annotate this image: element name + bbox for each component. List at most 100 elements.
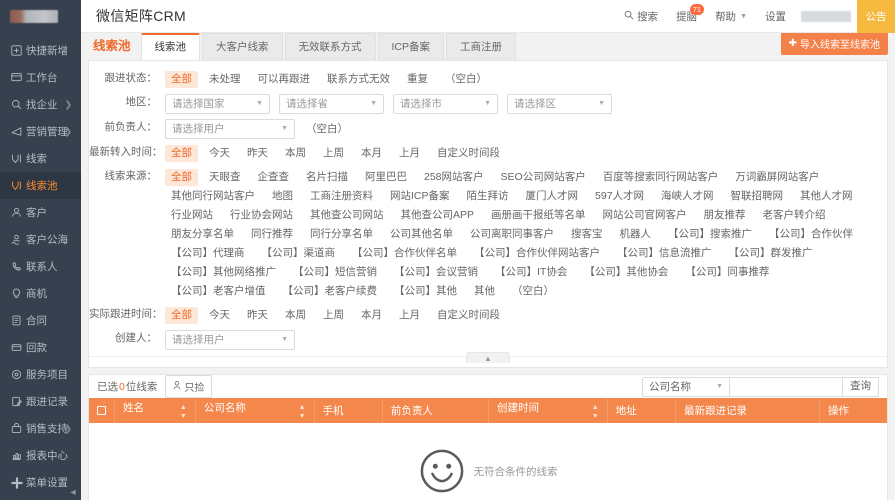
sidebar-item-6[interactable]: 客户: [0, 199, 81, 226]
sidebar-item-0[interactable]: 快捷新增: [0, 37, 81, 64]
source-option-30[interactable]: 公司其他名单: [384, 226, 459, 243]
settings-button[interactable]: 设置: [756, 0, 795, 33]
follow-time-option-7[interactable]: 自定义时间段: [431, 307, 506, 324]
status-option-3[interactable]: 联系方式无效: [321, 71, 396, 88]
sidebar-item-8[interactable]: 联系人: [0, 253, 81, 280]
table-header-cell-4[interactable]: 创建时间 ▲ ▼: [488, 398, 608, 423]
source-option-40[interactable]: 【公司】信息流推广: [611, 245, 718, 262]
source-option-37[interactable]: 【公司】渠道商: [256, 245, 342, 262]
region-select-1[interactable]: 请选择省 ▼: [279, 93, 384, 114]
region-select-3[interactable]: 请选择区 ▼: [507, 93, 612, 114]
region-select-2[interactable]: 请选择市 ▼: [393, 93, 498, 114]
status-option-5[interactable]: （空白）: [439, 71, 493, 88]
source-option-28[interactable]: 同行推荐: [245, 226, 299, 243]
brain-button[interactable]: 提脑 71: [667, 0, 706, 33]
import-leads-button[interactable]: ✚ 导入线索至线索池: [780, 33, 888, 55]
source-option-51[interactable]: 其他: [468, 283, 501, 300]
tab-1[interactable]: 大客户线索: [202, 33, 283, 60]
source-option-46[interactable]: 【公司】其他协会: [578, 264, 674, 281]
source-option-25[interactable]: 朋友推荐: [698, 207, 752, 224]
sidebar-item-11[interactable]: 回款: [0, 334, 81, 361]
search-submit-button[interactable]: 查询: [842, 376, 879, 397]
search-button[interactable]: 搜索: [615, 0, 667, 33]
status-option-4[interactable]: 重复: [401, 71, 434, 88]
user-avatar-name[interactable]: [801, 10, 851, 22]
sidebar-item-10[interactable]: 合同: [0, 307, 81, 334]
source-option-0[interactable]: 全部: [165, 168, 198, 186]
sidebar-item-4[interactable]: 线索: [0, 145, 81, 172]
logo[interactable]: [0, 0, 81, 33]
transfer-time-option-7[interactable]: 自定义时间段: [431, 145, 506, 162]
follow-time-option-6[interactable]: 上月: [393, 307, 426, 324]
sort-icon[interactable]: ▲ ▼: [592, 403, 599, 421]
source-option-8[interactable]: 万词霸屏网站客户: [729, 169, 825, 186]
follow-time-option-0[interactable]: 全部: [165, 306, 198, 324]
transfer-time-option-0[interactable]: 全部: [165, 144, 198, 162]
prev-owner-select[interactable]: 请选择用户 ▼: [165, 118, 295, 139]
transfer-time-option-3[interactable]: 本周: [279, 145, 312, 162]
transfer-time-option-2[interactable]: 昨天: [241, 145, 274, 162]
filter-collapse-toggle[interactable]: ▲: [466, 352, 510, 363]
sidebar-item-1[interactable]: 工作台: [0, 64, 81, 91]
status-option-0[interactable]: 全部: [165, 70, 198, 88]
source-option-34[interactable]: 【公司】搜索推广: [662, 226, 758, 243]
help-menu[interactable]: 帮助 ▼: [706, 0, 756, 33]
sidebar-item-7[interactable]: 客户公海: [0, 226, 81, 253]
transfer-time-option-4[interactable]: 上周: [317, 145, 350, 162]
source-option-42[interactable]: 【公司】其他网络推广: [165, 264, 282, 281]
source-option-9[interactable]: 其他同行网站客户: [165, 188, 261, 205]
source-option-18[interactable]: 其他人才网: [794, 188, 859, 205]
prev-owner-blank-option[interactable]: （空白）: [306, 121, 348, 136]
transfer-time-option-6[interactable]: 上月: [393, 145, 426, 162]
source-option-12[interactable]: 网站ICP备案: [384, 188, 456, 205]
follow-time-option-2[interactable]: 昨天: [241, 307, 274, 324]
pick-button[interactable]: 只捡: [165, 375, 213, 398]
sidebar-item-9[interactable]: 商机: [0, 280, 81, 307]
source-option-26[interactable]: 老客户转介绍: [757, 207, 832, 224]
source-option-24[interactable]: 网站公司官网客户: [597, 207, 693, 224]
source-option-1[interactable]: 天眼查: [203, 169, 247, 186]
source-option-48[interactable]: 【公司】老客户增值: [165, 283, 272, 300]
sidebar-item-14[interactable]: 销售支持 ❯: [0, 415, 81, 442]
status-option-1[interactable]: 未处理: [203, 71, 247, 88]
source-option-29[interactable]: 同行分享名单: [304, 226, 379, 243]
source-option-16[interactable]: 海峡人才网: [655, 188, 720, 205]
source-option-14[interactable]: 厦门人才网: [520, 188, 585, 205]
follow-time-option-5[interactable]: 本月: [355, 307, 388, 324]
source-option-21[interactable]: 其他查公司网站: [304, 207, 390, 224]
source-option-6[interactable]: SEO公司网站客户: [495, 169, 592, 186]
source-option-23[interactable]: 画册画干报纸等名单: [485, 207, 592, 224]
source-option-11[interactable]: 工商注册资料: [304, 188, 379, 205]
source-option-43[interactable]: 【公司】短信营销: [287, 264, 383, 281]
source-option-13[interactable]: 陌生拜访: [461, 188, 515, 205]
source-option-49[interactable]: 【公司】老客户续费: [277, 283, 384, 300]
source-option-17[interactable]: 智联招聘网: [725, 188, 790, 205]
source-option-36[interactable]: 【公司】代理商: [165, 245, 251, 262]
source-option-52[interactable]: （空白）: [506, 283, 560, 300]
follow-time-option-4[interactable]: 上周: [317, 307, 350, 324]
source-option-32[interactable]: 搜客宝: [565, 226, 609, 243]
tab-4[interactable]: 工商注册: [446, 33, 517, 60]
creator-select[interactable]: 请选择用户 ▼: [165, 329, 295, 350]
source-option-19[interactable]: 行业网站: [165, 207, 219, 224]
source-option-38[interactable]: 【公司】合作伙伴名单: [346, 245, 463, 262]
tab-2[interactable]: 无效联系方式: [284, 33, 376, 60]
tab-3[interactable]: ICP备案: [377, 33, 445, 60]
source-option-15[interactable]: 597人才网: [589, 188, 650, 205]
region-select-0[interactable]: 请选择国家 ▼: [165, 93, 270, 114]
table-header-cell-0[interactable]: 姓名 ▲ ▼: [114, 398, 196, 423]
sidebar-item-2[interactable]: 找企业 ❯: [0, 91, 81, 118]
source-option-5[interactable]: 258网站客户: [418, 169, 490, 186]
table-header-cell-1[interactable]: 公司名称 ▲ ▼: [195, 398, 315, 423]
source-option-45[interactable]: 【公司】IT协会: [489, 264, 573, 281]
sidebar-item-3[interactable]: 营销管理 ❯: [0, 118, 81, 145]
search-input[interactable]: [730, 376, 842, 397]
source-option-39[interactable]: 【公司】合作伙伴网站客户: [468, 245, 606, 262]
sidebar-item-12[interactable]: 服务项目: [0, 361, 81, 388]
source-option-2[interactable]: 企查查: [252, 169, 296, 186]
transfer-time-option-1[interactable]: 今天: [203, 145, 236, 162]
source-option-50[interactable]: 【公司】其他: [388, 283, 463, 300]
tab-0[interactable]: 线索池: [140, 33, 201, 60]
sort-icon[interactable]: ▲ ▼: [299, 403, 306, 421]
sidebar-item-5[interactable]: 线索池: [0, 172, 81, 199]
